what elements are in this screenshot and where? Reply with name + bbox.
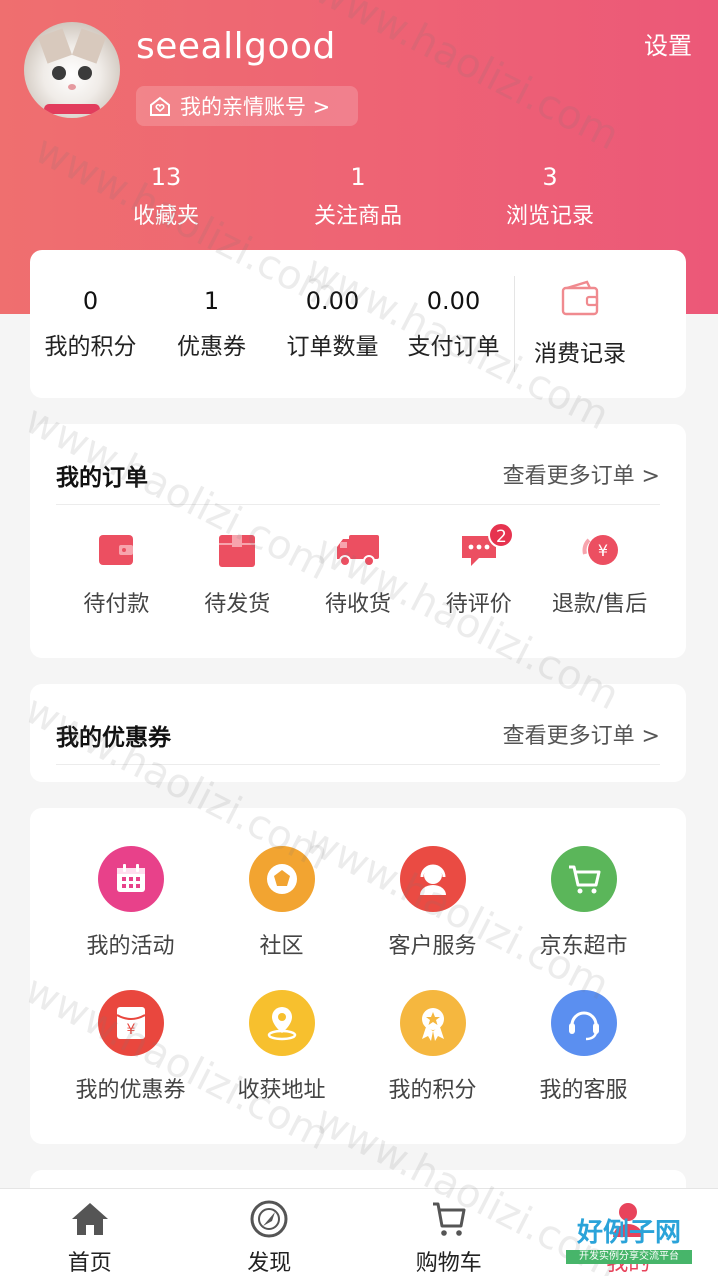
- metric-coupons[interactable]: 1 优惠券: [151, 250, 272, 398]
- service-customer-service[interactable]: 客户服务: [357, 846, 508, 990]
- tab-label: 购物车: [415, 1251, 482, 1276]
- wallet-icon: [561, 280, 599, 316]
- metric-value: 0.00: [305, 287, 360, 315]
- orders-title: 我的订单: [56, 465, 148, 491]
- medal-icon: [421, 1008, 444, 1041]
- cart-icon: [568, 865, 600, 894]
- service-my-support[interactable]: 我的客服: [508, 990, 659, 1134]
- order-pending-receipt[interactable]: 待收货: [298, 528, 419, 618]
- stat-browse-history[interactable]: 3 浏览记录: [454, 162, 646, 232]
- avatar[interactable]: [24, 22, 120, 118]
- metrics-card: 0 我的积分 1 优惠券 0.00 订单数量 0.00 支付订单 消费记录: [30, 250, 686, 398]
- stat-label: 浏览记录: [505, 204, 594, 229]
- refund-icon: ¥: [582, 535, 618, 565]
- metric-label: 优惠券: [177, 334, 246, 360]
- stat-value: 3: [542, 163, 558, 191]
- service-community[interactable]: 社区: [206, 846, 357, 990]
- svg-text:¥: ¥: [126, 1022, 135, 1038]
- home-heart-icon: [150, 96, 170, 116]
- truck-icon: [336, 535, 379, 567]
- divider: [56, 504, 660, 505]
- metric-label: 我的积分: [44, 334, 137, 360]
- package-icon: [219, 535, 256, 567]
- service-my-coupons[interactable]: ¥ 我的优惠券: [55, 990, 206, 1134]
- logo-subtitle: 开发实例分享交流平台: [566, 1250, 692, 1264]
- metric-value: 0.00: [426, 287, 481, 315]
- divider: [56, 764, 660, 765]
- stats-row: 13 收藏夹 1 关注商品 3 浏览记录: [70, 162, 646, 232]
- cart-icon: [432, 1202, 466, 1236]
- stat-value: 13: [150, 163, 182, 191]
- settings-button[interactable]: 设置: [644, 26, 692, 61]
- metric-order-count[interactable]: 0.00 订单数量: [272, 250, 393, 398]
- spending-record-label: 消费记录: [534, 341, 626, 367]
- wallet-icon: [99, 535, 134, 565]
- tab-home[interactable]: 首页: [0, 1189, 180, 1276]
- order-pending-payment[interactable]: 待付款: [56, 528, 177, 618]
- coupon-icon: ¥: [116, 1007, 145, 1039]
- service-label: 我的客服: [539, 1078, 628, 1103]
- service-label: 京东超市: [539, 934, 628, 959]
- metric-label: 订单数量: [286, 334, 379, 360]
- order-refund-aftersale[interactable]: ¥ 退款/售后: [539, 528, 660, 618]
- my-orders-card: 我的订单 查看更多订单 > 待付款 待发货 待收货 2 待评价 ¥ 退款/售后: [30, 424, 686, 658]
- service-label: 客户服务: [388, 934, 477, 959]
- metric-value: 1: [203, 287, 220, 315]
- username: seeallgood: [136, 26, 336, 67]
- order-label: 退款/售后: [551, 592, 648, 617]
- order-label: 待付款: [83, 592, 150, 617]
- services-card: 我的活动 社区 客户服务 京东超市 ¥ 我的优惠券 收获地址 我的积分 我的客服: [30, 808, 686, 1144]
- order-label: 待评价: [445, 592, 512, 617]
- orders-more-link[interactable]: 查看更多订单 >: [503, 458, 660, 490]
- metric-paid-orders[interactable]: 0.00 支付订单: [393, 250, 514, 398]
- service-label: 我的积分: [388, 1078, 477, 1103]
- headset-icon: [568, 1011, 599, 1041]
- order-label: 待发货: [204, 592, 271, 617]
- service-my-points[interactable]: 我的积分: [357, 990, 508, 1134]
- community-icon: [266, 864, 297, 894]
- stat-label: 关注商品: [313, 204, 402, 229]
- coupons-title: 我的优惠券: [56, 725, 171, 751]
- coupons-more-link[interactable]: 查看更多订单 >: [503, 718, 660, 750]
- family-account-label: 我的亲情账号 >: [180, 95, 331, 119]
- order-label: 待收货: [324, 592, 391, 617]
- logo-title: 好例子网: [576, 1218, 681, 1248]
- metric-value: 0: [82, 287, 99, 315]
- service-label: 我的活动: [86, 934, 175, 959]
- compass-icon: [250, 1200, 288, 1238]
- home-icon: [71, 1203, 108, 1235]
- calendar-icon: [116, 864, 145, 892]
- stat-label: 收藏夹: [132, 204, 199, 229]
- tab-label: 发现: [247, 1251, 292, 1276]
- site-logo: 好例子网 开发实例分享交流平台: [566, 1218, 692, 1270]
- customer-service-icon: [419, 864, 446, 895]
- service-label: 社区: [259, 934, 304, 959]
- stat-followed-products[interactable]: 1 关注商品: [262, 162, 454, 232]
- tab-discover[interactable]: 发现: [180, 1189, 360, 1276]
- my-coupons-card: 我的优惠券 查看更多订单 >: [30, 684, 686, 782]
- metric-label: 支付订单: [407, 334, 500, 360]
- order-pending-review[interactable]: 2 待评价: [418, 522, 539, 618]
- service-jd-supermarket[interactable]: 京东超市: [508, 846, 659, 990]
- service-shipping-address[interactable]: 收获地址: [206, 990, 357, 1134]
- order-pending-shipment[interactable]: 待发货: [177, 528, 298, 618]
- tab-cart[interactable]: 购物车: [359, 1189, 539, 1276]
- location-icon: [267, 1007, 296, 1041]
- stat-value: 1: [350, 163, 366, 191]
- spending-record-button[interactable]: 消费记录: [515, 250, 645, 398]
- svg-text:¥: ¥: [597, 541, 607, 560]
- service-label: 收获地址: [237, 1078, 326, 1103]
- service-label: 我的优惠券: [75, 1078, 186, 1103]
- service-my-activities[interactable]: 我的活动: [55, 846, 206, 990]
- stat-favorites[interactable]: 13 收藏夹: [70, 162, 262, 232]
- tab-label: 首页: [67, 1251, 112, 1276]
- family-account-button[interactable]: 我的亲情账号 >: [136, 86, 358, 126]
- metric-points[interactable]: 0 我的积分: [30, 250, 151, 398]
